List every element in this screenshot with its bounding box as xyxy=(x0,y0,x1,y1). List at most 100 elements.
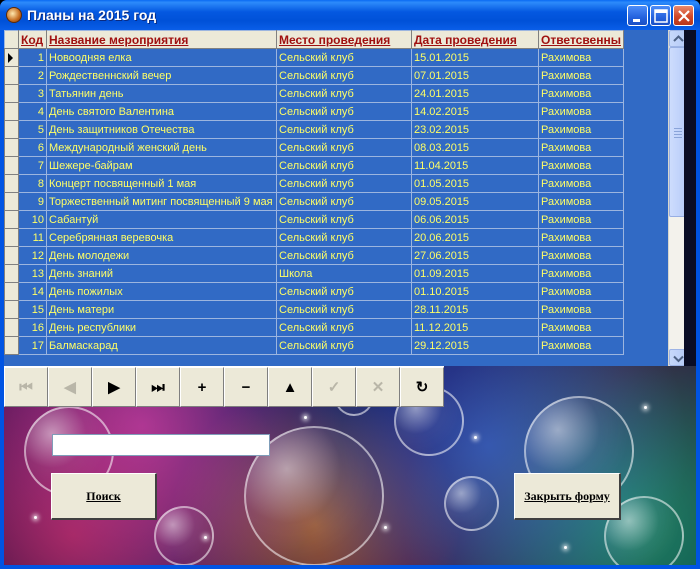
search-button[interactable]: Поиск xyxy=(51,473,157,520)
cell-event-name[interactable]: Татьянин день xyxy=(46,84,277,103)
nav-refresh-button[interactable]: ↻ xyxy=(400,367,444,407)
table-row[interactable]: 3 Татьянин день Сельский клуб 24.01.2015 Рах… xyxy=(4,84,624,103)
column-header-responsible[interactable]: Ответсвенны xyxy=(538,30,624,49)
table-row[interactable]: 2 Рождественнский вечер Сельский клуб 07.01… xyxy=(4,66,624,85)
cell-code[interactable]: 17 xyxy=(18,336,47,355)
nav-next-button[interactable]: ▶ xyxy=(92,367,136,407)
table-row[interactable]: 10 Сабантуй Сельский клуб 06.06.2015 Рахимов… xyxy=(4,210,624,229)
table-row[interactable]: 15 День матери Сельский клуб 28.11.2015 Рахи… xyxy=(4,300,624,319)
cell-date[interactable]: 15.01.2015 xyxy=(411,48,539,67)
cell-code[interactable]: 5 xyxy=(18,120,47,139)
nav-post-button[interactable]: ✓ xyxy=(312,367,356,407)
cell-location[interactable]: Сельский клуб xyxy=(276,120,412,139)
cell-event-name[interactable]: День матери xyxy=(46,300,277,319)
nav-edit-button[interactable]: ▲ xyxy=(268,367,312,407)
column-header-code[interactable]: Код xyxy=(18,30,47,49)
vertical-scrollbar[interactable] xyxy=(668,30,684,366)
cell-event-name[interactable]: День молодежи xyxy=(46,246,277,265)
table-row[interactable]: 11 Серебрянная веревочка Сельский клуб 20.0… xyxy=(4,228,624,247)
cell-location[interactable]: Сельский клуб xyxy=(276,66,412,85)
row-indicator[interactable] xyxy=(4,66,19,85)
cell-location[interactable]: Сельский клуб xyxy=(276,138,412,157)
cell-location[interactable]: Сельский клуб xyxy=(276,84,412,103)
cell-code[interactable]: 3 xyxy=(18,84,47,103)
row-indicator[interactable] xyxy=(4,156,19,175)
row-indicator[interactable] xyxy=(4,174,19,193)
table-row[interactable]: 5 День защитников Отечества Сельский клуб 2… xyxy=(4,120,624,139)
row-indicator[interactable] xyxy=(4,282,19,301)
table-row[interactable]: 6 Международный женский день Сельский клуб… xyxy=(4,138,624,157)
cell-code[interactable]: 15 xyxy=(18,300,47,319)
cell-location[interactable]: Сельский клуб xyxy=(276,282,412,301)
cell-code[interactable]: 6 xyxy=(18,138,47,157)
row-indicator[interactable] xyxy=(4,246,19,265)
cell-responsible[interactable]: Рахимова xyxy=(538,156,624,175)
cell-code[interactable]: 13 xyxy=(18,264,47,283)
cell-code[interactable]: 9 xyxy=(18,192,47,211)
column-header-location[interactable]: Место проведения xyxy=(276,30,412,49)
nav-cancel-button[interactable]: ✕ xyxy=(356,367,400,407)
cell-responsible[interactable]: Рахимова xyxy=(538,318,624,337)
close-form-button[interactable]: Закрыть форму xyxy=(514,473,621,520)
cell-event-name[interactable]: Торжественный митинг посвященный 9 мая xyxy=(46,192,277,211)
table-row[interactable]: 16 День республики Сельский клуб 11.12.2015… xyxy=(4,318,624,337)
scroll-thumb[interactable] xyxy=(669,47,684,217)
cell-date[interactable]: 14.02.2015 xyxy=(411,102,539,121)
cell-date[interactable]: 23.02.2015 xyxy=(411,120,539,139)
cell-date[interactable]: 01.05.2015 xyxy=(411,174,539,193)
table-row[interactable]: 14 День пожилых Сельский клуб 01.10.2015 Рах… xyxy=(4,282,624,301)
scroll-down-button[interactable] xyxy=(669,349,684,366)
table-row[interactable]: 17 Балмаскарад Сельский клуб 29.12.2015 Рахи… xyxy=(4,336,624,355)
cell-event-name[interactable]: День защитников Отечества xyxy=(46,120,277,139)
minimize-button[interactable] xyxy=(627,5,648,26)
cell-event-name[interactable]: Сабантуй xyxy=(46,210,277,229)
cell-code[interactable]: 7 xyxy=(18,156,47,175)
cell-date[interactable]: 20.06.2015 xyxy=(411,228,539,247)
cell-date[interactable]: 28.11.2015 xyxy=(411,300,539,319)
cell-location[interactable]: Сельский клуб xyxy=(276,156,412,175)
cell-date[interactable]: 01.10.2015 xyxy=(411,282,539,301)
cell-code[interactable]: 1 xyxy=(18,48,47,67)
cell-responsible[interactable]: Рахимова xyxy=(538,84,624,103)
row-indicator[interactable] xyxy=(4,120,19,139)
row-indicator[interactable] xyxy=(4,138,19,157)
close-window-button[interactable] xyxy=(673,5,694,26)
cell-responsible[interactable]: Рахимова xyxy=(538,120,624,139)
scroll-up-button[interactable] xyxy=(669,30,684,47)
cell-code[interactable]: 8 xyxy=(18,174,47,193)
row-indicator[interactable] xyxy=(4,102,19,121)
cell-location[interactable]: Сельский клуб xyxy=(276,300,412,319)
row-indicator[interactable] xyxy=(4,210,19,229)
cell-responsible[interactable]: Рахимова xyxy=(538,228,624,247)
row-indicator[interactable] xyxy=(4,318,19,337)
cell-location[interactable]: Школа xyxy=(276,264,412,283)
events-grid[interactable]: Код Название мероприятия Место проведени… xyxy=(4,30,684,366)
row-indicator[interactable] xyxy=(4,300,19,319)
table-row[interactable]: 9 Торжественный митинг посвященный 9 мая С… xyxy=(4,192,624,211)
cell-date[interactable]: 07.01.2015 xyxy=(411,66,539,85)
cell-event-name[interactable]: День знаний xyxy=(46,264,277,283)
cell-location[interactable]: Сельский клуб xyxy=(276,210,412,229)
nav-prior-button[interactable]: ◀ xyxy=(48,367,92,407)
column-header-event-name[interactable]: Название мероприятия xyxy=(46,30,277,49)
cell-location[interactable]: Сельский клуб xyxy=(276,192,412,211)
cell-event-name[interactable]: Шежере-байрам xyxy=(46,156,277,175)
cell-event-name[interactable]: Балмаскарад xyxy=(46,336,277,355)
cell-location[interactable]: Сельский клуб xyxy=(276,336,412,355)
cell-responsible[interactable]: Рахимова xyxy=(538,336,624,355)
nav-first-button[interactable]: ⏮ xyxy=(4,367,48,407)
cell-responsible[interactable]: Рахимова xyxy=(538,300,624,319)
cell-date[interactable]: 01.09.2015 xyxy=(411,264,539,283)
cell-date[interactable]: 09.05.2015 xyxy=(411,192,539,211)
column-header-date[interactable]: Дата проведения xyxy=(411,30,539,49)
cell-date[interactable]: 27.06.2015 xyxy=(411,246,539,265)
cell-date[interactable]: 29.12.2015 xyxy=(411,336,539,355)
row-indicator[interactable] xyxy=(4,84,19,103)
cell-code[interactable]: 12 xyxy=(18,246,47,265)
cell-code[interactable]: 10 xyxy=(18,210,47,229)
cell-location[interactable]: Сельский клуб xyxy=(276,228,412,247)
cell-code[interactable]: 14 xyxy=(18,282,47,301)
cell-location[interactable]: Сельский клуб xyxy=(276,318,412,337)
cell-responsible[interactable]: Рахимова xyxy=(538,174,624,193)
cell-responsible[interactable]: Рахимова xyxy=(538,102,624,121)
